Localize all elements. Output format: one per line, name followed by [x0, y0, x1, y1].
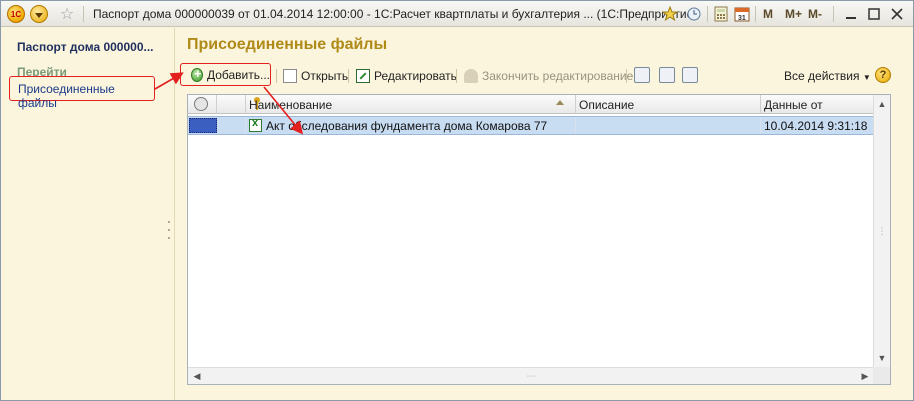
main-menu-icon[interactable] [30, 5, 48, 23]
horizontal-scrollbar[interactable]: ◀ ⋯ ▶ [188, 367, 874, 384]
memory-plus-button[interactable]: M+ [785, 5, 802, 23]
history-icon[interactable] [685, 5, 703, 23]
add-circle-icon [191, 66, 203, 82]
add-button-label: Добавить... [206, 67, 270, 82]
memory-m-button[interactable]: M [763, 5, 773, 23]
table-header: Наименование Описание Данные от [188, 95, 874, 114]
open-button-label: Открыть [301, 68, 349, 83]
status-column-header[interactable] [188, 95, 217, 114]
panel-resize-grip[interactable] [168, 221, 172, 251]
column-header-description[interactable]: Описание [576, 95, 761, 114]
close-icon[interactable] [887, 4, 907, 24]
minimize-icon[interactable] [841, 4, 861, 24]
row-marker-cell[interactable] [189, 118, 217, 133]
status-circle-icon [194, 97, 208, 111]
command-separator [626, 69, 627, 83]
column-header-date[interactable]: Данные от [761, 95, 874, 114]
form-title: Присоединенные файлы [187, 36, 388, 53]
chevron-down-icon: ▼ [862, 73, 871, 82]
scroll-down-icon[interactable]: ▼ [874, 350, 890, 366]
finish-editing-label: Закончить редактирование [482, 68, 634, 83]
vertical-scrollbar[interactable]: ▲ ⋮ ▼ [873, 95, 890, 367]
main-content: Присоединенные файлы Добавить... Открыть… [177, 28, 911, 400]
key-column-header[interactable] [217, 95, 260, 114]
maximize-icon[interactable] [864, 4, 884, 24]
app-window: 1С ☆ Паспорт дома 000000039 от 01.04.201… [0, 0, 914, 401]
open-button[interactable]: Открыть [283, 66, 348, 85]
sidebar-item-attached-files[interactable]: Присоединенные файлы [9, 76, 155, 110]
edit-icon [356, 68, 370, 83]
toolbar-separator [833, 6, 834, 22]
command-bar: Добавить... Открыть Редактировать Законч… [179, 63, 909, 87]
finish-editing-button[interactable]: Закончить редактирование [464, 66, 633, 85]
edit-button[interactable]: Редактировать [356, 66, 457, 85]
document-icon [283, 68, 297, 83]
1c-logo-icon[interactable]: 1С [7, 5, 25, 23]
command-separator [276, 69, 277, 83]
sort-indicator-icon [556, 100, 564, 105]
memory-minus-button[interactable]: M- [808, 5, 822, 23]
row-key-cell[interactable] [217, 117, 246, 134]
column-header-name[interactable]: Наименование [246, 95, 576, 114]
toolbar-separator [755, 6, 756, 22]
add-from-scanner-icon[interactable] [634, 67, 650, 83]
scroll-right-icon[interactable]: ▶ [857, 368, 873, 384]
scroll-up-icon[interactable]: ▲ [874, 96, 890, 112]
navigation-panel: Паспорт дома 000000... Перейти Присоедин… [3, 28, 175, 400]
calendar-icon[interactable]: 31 [734, 5, 750, 23]
save-to-disk-icon[interactable] [659, 67, 675, 83]
help-icon[interactable]: ? [875, 67, 891, 83]
file-description-cell[interactable] [576, 117, 761, 134]
finish-edit-icon [464, 68, 478, 83]
file-date-cell[interactable]: 10.04.2014 9:31:18 [761, 117, 874, 134]
hscroll-thumb-grip-icon[interactable]: ⋯ [523, 368, 539, 384]
favorites-star-icon[interactable]: ☆ [58, 5, 76, 23]
scrollbar-corner [873, 367, 890, 384]
window-title: Паспорт дома 000000039 от 01.04.2014 12:… [93, 7, 698, 21]
toolbar-separator [707, 6, 708, 22]
add-button[interactable]: Добавить... [180, 63, 271, 86]
title-bar: 1С ☆ Паспорт дома 000000039 от 01.04.201… [1, 1, 913, 27]
edit-button-label: Редактировать [374, 68, 457, 83]
all-actions-menu[interactable]: Все действия ▼ [784, 69, 871, 83]
document-title[interactable]: Паспорт дома 000000... [17, 40, 154, 54]
calculator-icon[interactable] [713, 5, 729, 23]
all-actions-label: Все действия [784, 69, 860, 83]
command-separator [456, 69, 457, 83]
excel-file-icon [249, 117, 262, 132]
command-separator [348, 69, 349, 83]
title-separator [83, 6, 84, 22]
file-name-text: Акт обследования фундамента дома Комаров… [266, 119, 548, 133]
svg-text:31: 31 [738, 15, 746, 22]
scroll-left-icon[interactable]: ◀ [189, 368, 205, 384]
send-file-icon[interactable] [682, 67, 698, 83]
files-table: Наименование Описание Данные от Акт обсл… [187, 94, 891, 385]
file-name-cell[interactable]: Акт обследования фундамента дома Комаров… [246, 117, 576, 134]
column-name-label: Наименование [249, 98, 333, 112]
table-row[interactable]: Акт обследования фундамента дома Комаров… [188, 116, 874, 135]
add-to-favorites-icon[interactable] [661, 5, 679, 23]
scroll-thumb-grip-icon[interactable]: ⋮ [874, 223, 890, 239]
